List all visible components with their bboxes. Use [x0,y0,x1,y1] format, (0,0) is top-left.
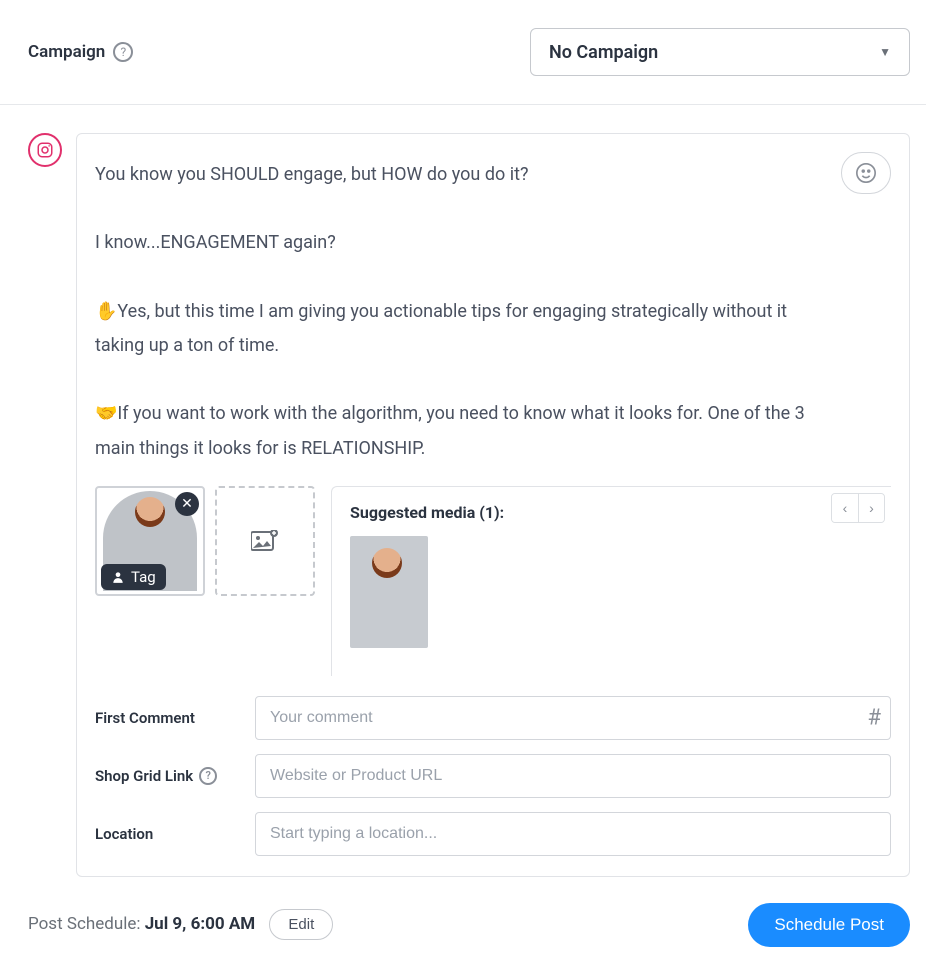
suggested-media-panel: ‹ › Suggested media (1): [331,486,891,676]
shop-grid-input-wrap [255,754,891,798]
composer-card: You know you SHOULD engage, but HOW do y… [76,133,910,877]
shop-grid-input[interactable] [255,754,891,798]
campaign-selected-value: No Campaign [549,42,658,63]
composer-wrap: You know you SHOULD engage, but HOW do y… [0,105,926,877]
shop-grid-label-text: Shop Grid Link [95,767,193,785]
first-comment-input-wrap: # [255,696,891,740]
help-icon[interactable]: ? [113,42,133,62]
person-icon [111,570,125,584]
shop-grid-label: Shop Grid Link ? [95,767,255,785]
schedule-prefix: Post Schedule: [28,914,145,934]
schedule-post-button[interactable]: Schedule Post [748,903,910,947]
location-label: Location [95,825,255,843]
tag-button[interactable]: Tag [101,564,166,590]
remove-media-button[interactable]: ✕ [175,492,199,516]
caret-down-icon: ▼ [879,45,891,59]
location-input-wrap [255,812,891,856]
location-input[interactable] [255,812,891,856]
post-text-editor[interactable]: You know you SHOULD engage, but HOW do y… [77,134,909,476]
schedule-value: Jul 9, 6:00 AM [145,914,255,934]
edit-schedule-button[interactable]: Edit [269,909,333,940]
suggested-prev-button[interactable]: ‹ [832,494,858,522]
suggested-media-title: Suggested media (1): [350,503,873,522]
image-plus-icon [251,530,279,552]
post-fields: First Comment # Shop Grid Link ? Locatio… [77,676,909,856]
campaign-label-group: Campaign ? [28,42,133,62]
hashtag-icon[interactable]: # [867,705,881,730]
first-comment-input[interactable] [255,696,891,740]
first-comment-label: First Comment [95,709,255,727]
instagram-icon [28,133,62,167]
campaign-select[interactable]: No Campaign ▼ [530,28,910,76]
attached-media-list: ✕ Tag [95,486,315,596]
help-icon[interactable]: ? [199,767,217,785]
attached-media-thumb[interactable]: ✕ Tag [95,486,205,596]
add-media-button[interactable] [215,486,315,596]
close-icon: ✕ [181,496,193,512]
campaign-row: Campaign ? No Campaign ▼ [0,0,926,105]
chevron-right-icon: › [869,500,874,516]
campaign-label: Campaign [28,42,105,62]
chevron-left-icon: ‹ [843,500,848,516]
suggested-next-button[interactable]: › [858,494,884,522]
tag-label: Tag [131,568,156,586]
suggested-nav: ‹ › [831,493,885,523]
schedule-info: Post Schedule: Jul 9, 6:00 AM Edit [28,909,333,940]
emoji-picker-button[interactable] [841,152,891,194]
suggested-media-thumb[interactable] [350,536,428,648]
media-row: ✕ Tag [77,476,909,676]
footer-row: Post Schedule: Jul 9, 6:00 AM Edit Sched… [0,877,926,965]
